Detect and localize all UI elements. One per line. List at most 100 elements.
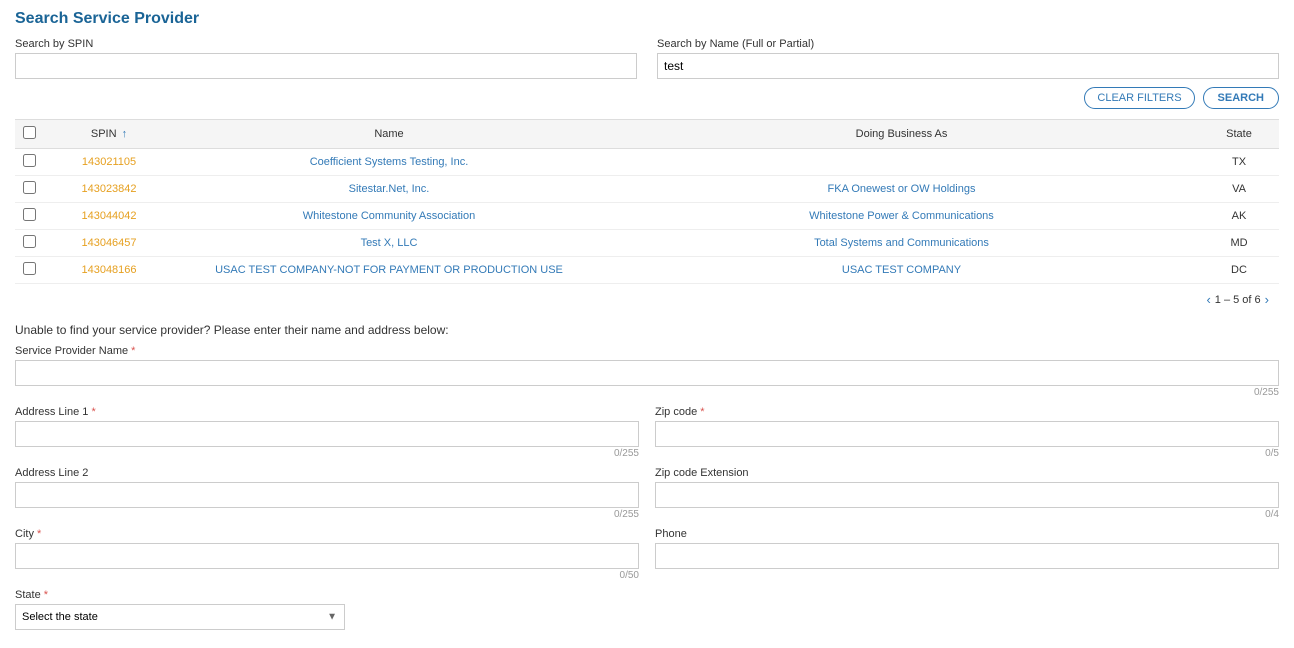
required-star: *	[697, 406, 704, 418]
required-star: *	[34, 528, 41, 540]
row-checkbox-cell[interactable]	[15, 149, 44, 176]
row-checkbox[interactable]	[23, 181, 36, 194]
provider-name-field: Service Provider Name * 0/255	[15, 345, 1279, 398]
dba-cell: Whitestone Power & Communications	[604, 203, 1199, 230]
state-select-wrapper: Select the state ALAKAZAR CACOCTDC DEFLG…	[15, 604, 345, 630]
pagination-text: 1 – 5 of 6	[1215, 294, 1261, 306]
state-cell: MD	[1199, 230, 1279, 257]
table-row: 143021105 Coefficient Systems Testing, I…	[15, 149, 1279, 176]
phone-label: Phone	[655, 528, 1279, 540]
zipcode-char-count: 0/5	[655, 448, 1279, 459]
dba-cell: Total Systems and Communications	[604, 230, 1199, 257]
spin-cell: 143023842	[44, 176, 174, 203]
dba-cell: FKA Onewest or OW Holdings	[604, 176, 1199, 203]
required-star: *	[88, 406, 95, 418]
required-star: *	[128, 345, 135, 357]
phone-input[interactable]	[655, 543, 1279, 569]
state-cell: TX	[1199, 149, 1279, 176]
zipcode-ext-field: Zip code Extension 0/4	[655, 467, 1279, 520]
spin-cell: 143046457	[44, 230, 174, 257]
name-cell: USAC TEST COMPANY-NOT FOR PAYMENT OR PRO…	[174, 257, 604, 284]
city-phone-row: City * 0/50 Phone	[15, 528, 1279, 581]
sort-icon[interactable]: ↑	[122, 128, 128, 140]
select-all-checkbox[interactable]	[23, 126, 36, 139]
zipcode-input[interactable]	[655, 421, 1279, 447]
zipcode-ext-input[interactable]	[655, 482, 1279, 508]
city-char-count: 0/50	[15, 570, 639, 581]
city-field: City * 0/50	[15, 528, 639, 581]
table-row: 143046457 Test X, LLC Total Systems and …	[15, 230, 1279, 257]
state-label: State *	[15, 589, 345, 601]
address1-label: Address Line 1 *	[15, 406, 639, 418]
table-row: 143044042 Whitestone Community Associati…	[15, 203, 1279, 230]
name-cell: Test X, LLC	[174, 230, 604, 257]
required-star: *	[41, 589, 48, 601]
zipcode-ext-char-count: 0/4	[655, 509, 1279, 520]
phone-field: Phone	[655, 528, 1279, 581]
row-checkbox-cell[interactable]	[15, 230, 44, 257]
spin-cell: 143048166	[44, 257, 174, 284]
spin-cell: 143044042	[44, 203, 174, 230]
city-input[interactable]	[15, 543, 639, 569]
prev-page-arrow[interactable]: ‹	[1206, 292, 1210, 307]
spacer-field	[361, 589, 1279, 630]
clear-filters-button[interactable]: CLEAR FILTERS	[1084, 87, 1194, 109]
search-section: Search by SPIN Search by Name (Full or P…	[15, 38, 1279, 79]
name-search-field: Search by Name (Full or Partial)	[657, 38, 1279, 79]
address2-input[interactable]	[15, 482, 639, 508]
table-row: 143023842 Sitestar.Net, Inc. FKA Onewest…	[15, 176, 1279, 203]
address2-field: Address Line 2 0/255	[15, 467, 639, 520]
row-checkbox-cell[interactable]	[15, 176, 44, 203]
name-column-header: Name	[174, 120, 604, 149]
address1-zip-row: Address Line 1 * 0/255 Zip code * 0/5	[15, 406, 1279, 459]
zipcode-label: Zip code *	[655, 406, 1279, 418]
state-column-header: State	[1199, 120, 1279, 149]
row-checkbox[interactable]	[23, 208, 36, 221]
state-cell: AK	[1199, 203, 1279, 230]
provider-name-char-count: 0/255	[15, 387, 1279, 398]
provider-name-input[interactable]	[15, 360, 1279, 386]
results-table: SPIN ↑ Name Doing Business As State 1430…	[15, 119, 1279, 284]
unable-text: Unable to find your service provider? Pl…	[15, 323, 1279, 337]
state-select[interactable]: Select the state ALAKAZAR CACOCTDC DEFLG…	[15, 604, 345, 630]
row-checkbox[interactable]	[23, 262, 36, 275]
name-cell: Whitestone Community Association	[174, 203, 604, 230]
name-cell: Sitestar.Net, Inc.	[174, 176, 604, 203]
address2-char-count: 0/255	[15, 509, 639, 520]
pagination: ‹ 1 – 5 of 6 ›	[15, 288, 1279, 311]
button-row: CLEAR FILTERS SEARCH	[15, 87, 1279, 109]
spin-label: Search by SPIN	[15, 38, 637, 50]
dba-cell: USAC TEST COMPANY	[604, 257, 1199, 284]
spin-column-header: SPIN ↑	[44, 120, 174, 149]
spin-input[interactable]	[15, 53, 637, 79]
select-all-checkbox-header[interactable]	[15, 120, 44, 149]
city-label: City *	[15, 528, 639, 540]
name-cell: Coefficient Systems Testing, Inc.	[174, 149, 604, 176]
row-checkbox-cell[interactable]	[15, 203, 44, 230]
dba-cell	[604, 149, 1199, 176]
provider-name-label: Service Provider Name *	[15, 345, 1279, 357]
name-input[interactable]	[657, 53, 1279, 79]
state-cell: DC	[1199, 257, 1279, 284]
spin-search-field: Search by SPIN	[15, 38, 637, 79]
name-label: Search by Name (Full or Partial)	[657, 38, 1279, 50]
row-checkbox-cell[interactable]	[15, 257, 44, 284]
next-page-arrow[interactable]: ›	[1265, 292, 1269, 307]
zipcode-field: Zip code * 0/5	[655, 406, 1279, 459]
address1-input[interactable]	[15, 421, 639, 447]
zipcode-ext-label: Zip code Extension	[655, 467, 1279, 479]
address2-label: Address Line 2	[15, 467, 639, 479]
spin-cell: 143021105	[44, 149, 174, 176]
state-cell: VA	[1199, 176, 1279, 203]
table-row: 143048166 USAC TEST COMPANY-NOT FOR PAYM…	[15, 257, 1279, 284]
address1-char-count: 0/255	[15, 448, 639, 459]
provider-name-row: Service Provider Name * 0/255	[15, 345, 1279, 398]
address2-zipext-row: Address Line 2 0/255 Zip code Extension …	[15, 467, 1279, 520]
row-checkbox[interactable]	[23, 154, 36, 167]
search-button[interactable]: SEARCH	[1203, 87, 1279, 109]
state-row: State * Select the state ALAKAZAR CACOCT…	[15, 589, 1279, 630]
dba-column-header: Doing Business As	[604, 120, 1199, 149]
unable-section: Unable to find your service provider? Pl…	[15, 323, 1279, 630]
page-title: Search Service Provider	[15, 10, 1279, 28]
row-checkbox[interactable]	[23, 235, 36, 248]
